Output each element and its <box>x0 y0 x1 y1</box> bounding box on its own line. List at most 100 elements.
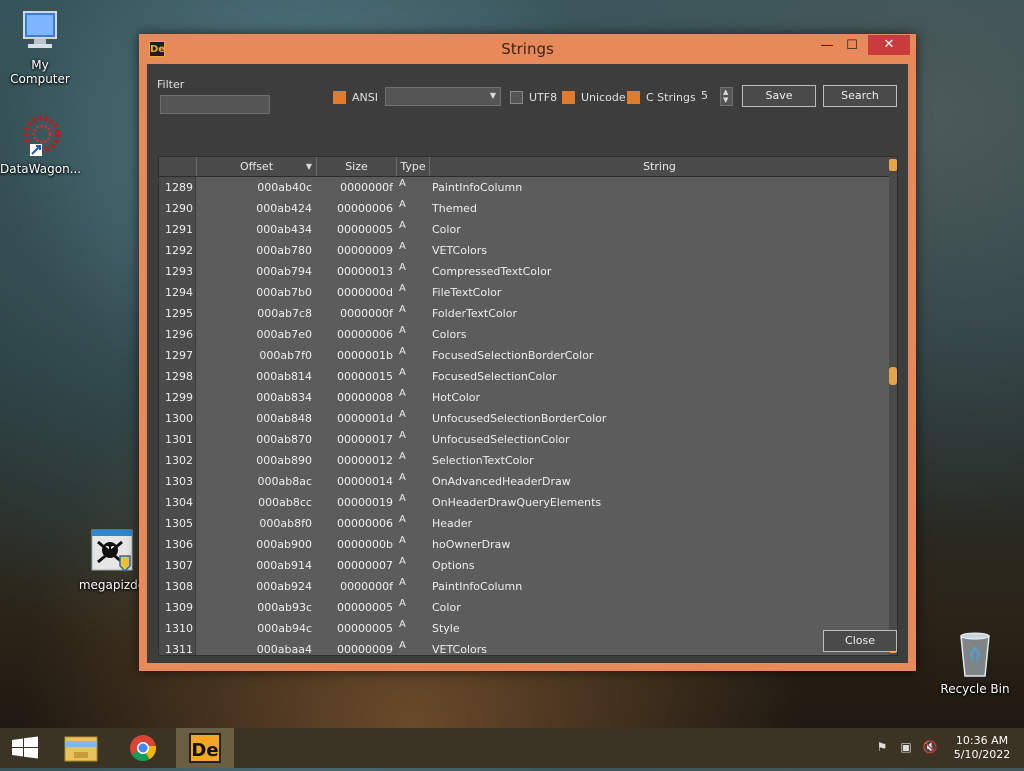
network-icon[interactable]: ▣ <box>898 740 914 756</box>
desktop-icon-datawagon[interactable]: DataWagon... <box>0 112 81 176</box>
ansi-checkbox[interactable] <box>333 91 346 104</box>
close-window-button[interactable]: ✕ <box>868 35 910 55</box>
row-string: OnAdvancedHeaderDraw <box>432 475 571 488</box>
window-title: Strings <box>501 40 554 58</box>
encoding-select[interactable]: ▼ <box>385 87 501 106</box>
table-row[interactable]: 1310 000ab94c 00000005 A Style <box>159 618 889 639</box>
row-size: 00000017 <box>337 433 393 446</box>
table-row[interactable]: 1303 000ab8ac 00000014 A OnAdvancedHeaderDra… <box>159 471 889 492</box>
table-row[interactable]: 1309 000ab93c 00000005 A Color <box>159 597 889 618</box>
table-row[interactable]: 1297 000ab7f0 0000001b A FocusedSelectionBor… <box>159 345 889 366</box>
table-row[interactable]: 1299 000ab834 00000008 A HotColor <box>159 387 889 408</box>
strings-table[interactable]: Offset ▼ Size Type String 1289 000ab40c 00… <box>158 156 898 656</box>
chrome-icon <box>130 735 157 762</box>
minimize-button[interactable]: — <box>814 36 840 56</box>
min-length-stepper[interactable]: 5 ▲ ▼ <box>699 87 735 106</box>
table-row[interactable]: 1311 000abaa4 00000009 A VETColors <box>159 639 889 656</box>
utf8-checkbox[interactable] <box>510 91 523 104</box>
vertical-scrollbar[interactable] <box>889 157 897 655</box>
row-type: A <box>399 535 406 546</box>
row-index: 1296 <box>159 324 196 345</box>
row-size: 0000000f <box>340 181 393 194</box>
system-clock[interactable]: 10:36 AM 5/10/2022 <box>952 734 1012 762</box>
row-index: 1292 <box>159 240 196 261</box>
row-offset: 000ab834 <box>256 391 312 404</box>
row-size: 00000009 <box>337 643 393 656</box>
row-index: 1306 <box>159 534 196 555</box>
save-button[interactable]: Save <box>742 85 816 107</box>
scroll-up-arrow[interactable] <box>889 159 897 171</box>
taskbar-chrome[interactable] <box>114 728 172 768</box>
close-button[interactable]: Close <box>823 630 897 652</box>
taskbar-de-app[interactable]: De <box>176 728 234 768</box>
table-row[interactable]: 1305 000ab8f0 00000006 A Header <box>159 513 889 534</box>
row-size: 00000008 <box>337 391 393 404</box>
table-row[interactable]: 1308 000ab924 0000000f A PaintInfoColumn <box>159 576 889 597</box>
header-size[interactable]: Size <box>317 157 397 176</box>
chevron-down-icon: ▼ <box>489 91 496 100</box>
table-row[interactable]: 1301 000ab870 00000017 A UnfocusedSelectionC… <box>159 429 889 450</box>
row-string: UnfocusedSelectionColor <box>432 433 570 446</box>
volume-muted-icon[interactable]: 🔇 <box>922 740 938 756</box>
table-row[interactable]: 1304 000ab8cc 00000019 A OnHeaderDrawQueryEl… <box>159 492 889 513</box>
de-app-icon: De <box>189 733 221 763</box>
scrollbar-thumb[interactable] <box>889 367 897 385</box>
taskbar-file-explorer[interactable] <box>52 728 110 768</box>
chevron-down-icon[interactable]: ▼ <box>723 96 728 104</box>
row-string: HotColor <box>432 391 481 404</box>
row-string: OnHeaderDrawQueryElements <box>432 496 602 509</box>
desktop-icon-recycle-bin[interactable]: Recycle Bin <box>935 630 1015 696</box>
row-offset: 000abaa4 <box>256 643 312 656</box>
desktop-icon-my-computer[interactable]: My Computer <box>0 8 80 86</box>
header-string-label: String <box>643 160 676 173</box>
table-rows: 1289 000ab40c 0000000f A PaintInfoColumn 1290… <box>159 177 889 656</box>
row-index: 1310 <box>159 618 196 639</box>
row-size: 00000005 <box>337 601 393 614</box>
table-row[interactable]: 1295 000ab7c8 0000000f A FolderTextColor <box>159 303 889 324</box>
maximize-button[interactable]: ☐ <box>839 36 865 56</box>
header-index[interactable] <box>159 157 197 176</box>
table-row[interactable]: 1298 000ab814 00000015 A FocusedSelectionCol… <box>159 366 889 387</box>
row-index: 1297 <box>159 345 196 366</box>
row-index: 1311 <box>159 639 196 655</box>
table-row[interactable]: 1307 000ab914 00000007 A Options <box>159 555 889 576</box>
table-row[interactable]: 1300 000ab848 0000001d A UnfocusedSelectionB… <box>159 408 889 429</box>
row-type: A <box>399 262 406 273</box>
table-row[interactable]: 1290 000ab424 00000006 A Themed <box>159 198 889 219</box>
header-offset[interactable]: Offset ▼ <box>197 157 317 176</box>
table-row[interactable]: 1293 000ab794 00000013 A CompressedTextColor <box>159 261 889 282</box>
unicode-checkbox[interactable] <box>562 91 575 104</box>
header-string[interactable]: String <box>430 157 889 176</box>
table-row[interactable]: 1294 000ab7b0 0000000d A FileTextColor <box>159 282 889 303</box>
cstrings-checkbox[interactable] <box>627 91 640 104</box>
filter-input[interactable] <box>160 95 270 114</box>
row-string: CompressedTextColor <box>432 265 552 278</box>
row-string: FolderTextColor <box>432 307 517 320</box>
row-offset: 000ab7f0 <box>259 349 312 362</box>
row-size: 0000000f <box>340 580 393 593</box>
action-center-flag-icon[interactable]: ⚑ <box>874 740 890 756</box>
header-type-label: Type <box>400 160 426 173</box>
row-size: 00000014 <box>337 475 393 488</box>
table-row[interactable]: 1289 000ab40c 0000000f A PaintInfoColumn <box>159 177 889 198</box>
header-type[interactable]: Type <box>397 157 430 176</box>
chevron-up-icon[interactable]: ▲ <box>723 88 728 96</box>
row-offset: 000ab780 <box>256 244 312 257</box>
table-row[interactable]: 1306 000ab900 0000000b AhoOwnerDraw <box>159 534 889 555</box>
table-row[interactable]: 1292 000ab780 00000009 A VETColors <box>159 240 889 261</box>
megapizde-icon <box>90 528 134 574</box>
row-string: Style <box>432 622 460 635</box>
stepper-buttons[interactable]: ▲ ▼ <box>720 87 733 106</box>
window-titlebar[interactable]: De Strings — ☐ ✕ <box>139 34 916 64</box>
row-size: 00000019 <box>337 496 393 509</box>
row-size: 00000006 <box>337 328 393 341</box>
search-button[interactable]: Search <box>823 85 897 107</box>
start-button[interactable] <box>0 728 58 768</box>
clock-time: 10:36 AM <box>955 734 1009 747</box>
row-string: Header <box>432 517 473 530</box>
taskbar: De ⚑ ▣ 🔇 10:36 AM 5/10/2022 <box>0 728 1024 768</box>
table-row[interactable]: 1302 000ab890 00000012 A SelectionTextColor <box>159 450 889 471</box>
table-row[interactable]: 1291 000ab434 00000005 A Color <box>159 219 889 240</box>
table-row[interactable]: 1296 000ab7e0 00000006 A Colors <box>159 324 889 345</box>
row-size: 00000006 <box>337 202 393 215</box>
